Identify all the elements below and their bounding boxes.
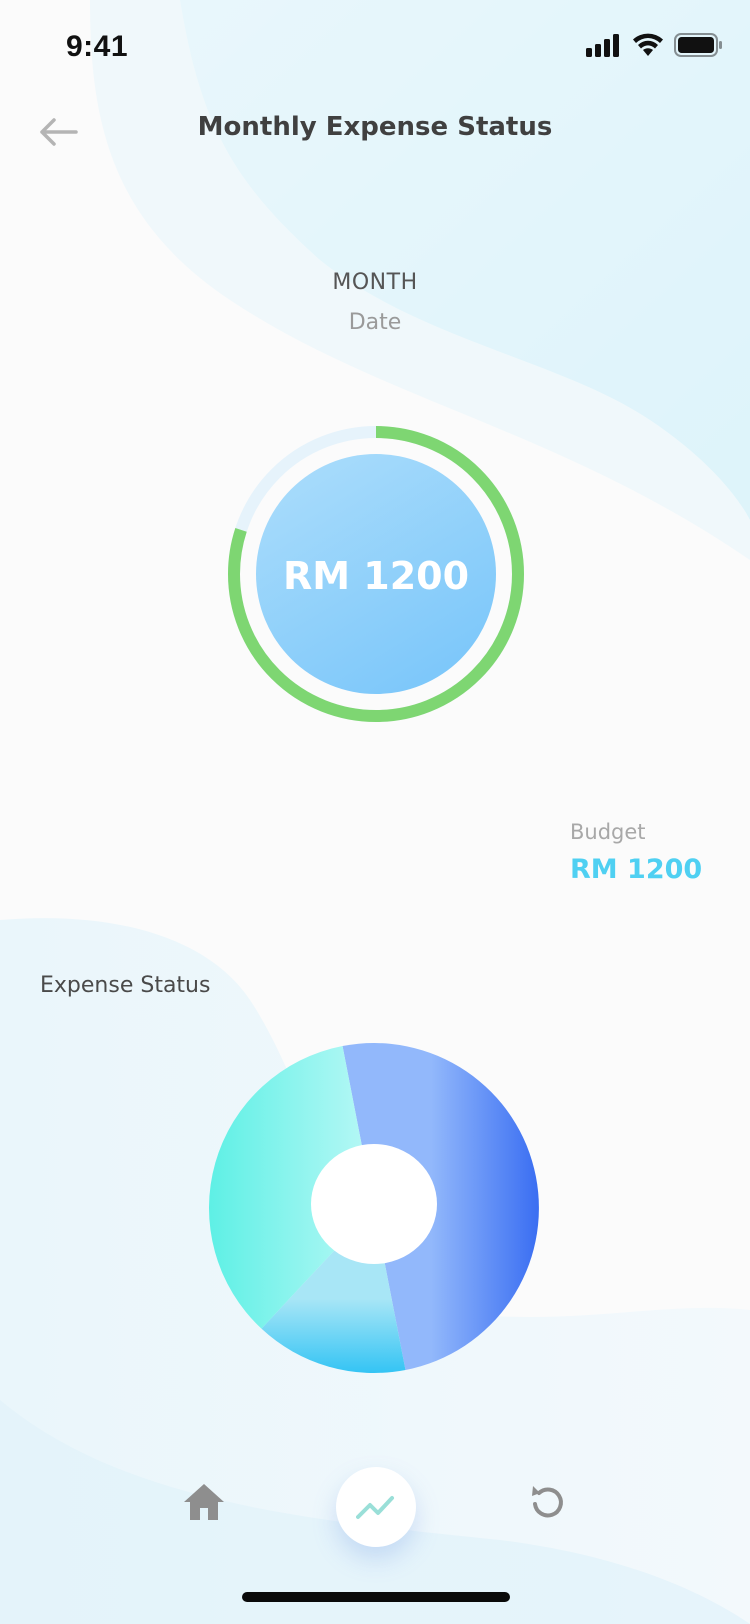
month-label: MONTH	[332, 270, 418, 295]
trending-up-icon	[356, 1496, 394, 1519]
expense-status-heading: Expense Status	[40, 973, 211, 998]
donut-hole	[311, 1144, 437, 1264]
background-waves	[0, 0, 750, 1624]
date-label[interactable]: Date	[0, 310, 750, 335]
budget-value: RM 1200	[570, 854, 703, 885]
home-icon	[184, 1484, 224, 1520]
ring-amount: RM 1200	[282, 554, 470, 598]
signal-icon	[586, 34, 619, 57]
home-indicator	[242, 1592, 510, 1602]
status-time: 9:41	[66, 30, 129, 63]
history-icon	[532, 1486, 563, 1518]
nav-stats-button[interactable]	[336, 1467, 416, 1547]
nav-home-button[interactable]	[182, 1480, 226, 1524]
battery-icon	[674, 33, 722, 57]
status-bar: 9:41	[0, 0, 750, 90]
budget-label: Budget	[570, 820, 646, 844]
status-icons	[586, 30, 722, 60]
nav-history-button[interactable]	[525, 1480, 569, 1524]
summary-ring: RM 1200	[226, 424, 526, 724]
wifi-icon	[633, 33, 663, 56]
page-title: Monthly Expense Status	[197, 112, 553, 142]
expense-donut-chart	[209, 1043, 539, 1373]
